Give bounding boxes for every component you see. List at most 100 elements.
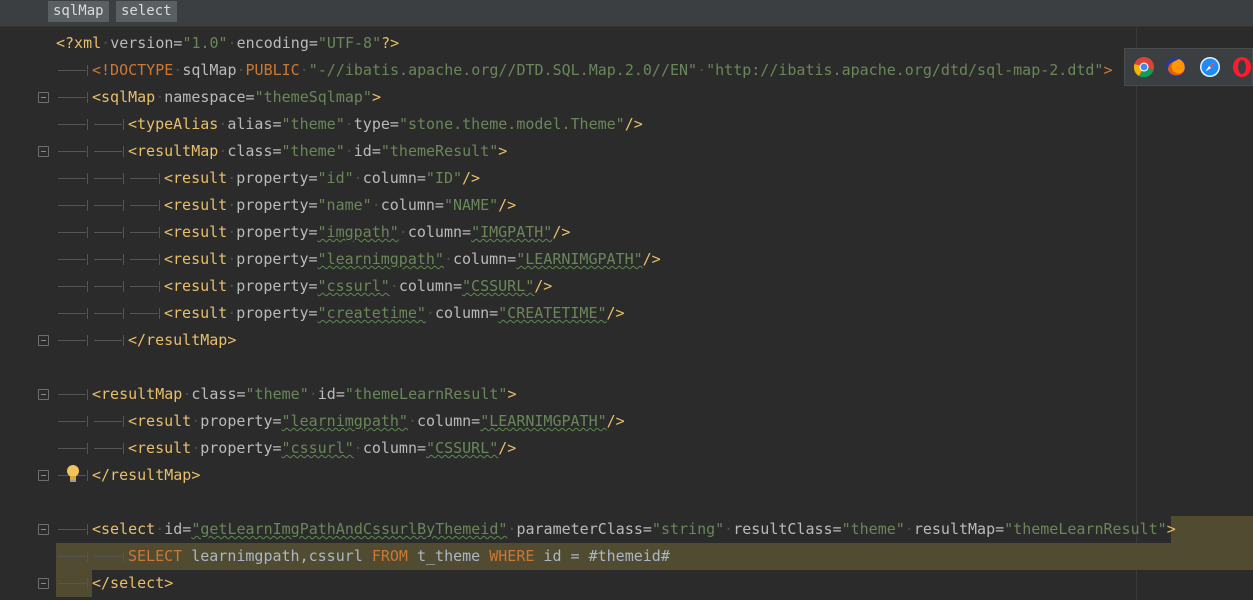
code-token: > [1166,520,1176,538]
code-token: "string" [651,520,725,538]
tab-indent-marker [92,273,128,300]
code-line[interactable]: </select> [56,570,173,597]
code-token: · [371,196,381,214]
code-line[interactable]: <result·property="cssurl"·column="CSSURL… [56,435,516,462]
lightbulb-icon[interactable] [64,463,82,485]
code-token: · [191,439,201,457]
code-line[interactable]: <result·property="imgpath"·column="IMGPA… [56,219,570,246]
fold-toggle-icon[interactable] [38,92,49,103]
code-token: class= [191,385,246,403]
code-token: <!DOCTYPE [92,61,174,79]
code-token: · [299,61,309,79]
code-token: property= [236,196,318,214]
code-line[interactable]: <!DOCTYPE·sqlMap·PUBLIC·"-//ibatis.apach… [56,57,1113,84]
code-token: · [407,412,417,430]
tab-indent-marker [56,84,92,111]
code-token: <resultMap [92,385,183,403]
tab-indent-marker [92,246,128,273]
code-token: "id" [317,169,354,187]
code-token: "name" [317,196,372,214]
tab-indent-marker [128,219,164,246]
opera-icon[interactable] [1231,56,1253,78]
chrome-icon[interactable] [1133,56,1155,78]
code-line[interactable]: SELECT learnimgpath,cssurl FROM t_theme … [56,543,670,570]
code-token: "stone.theme.model.Theme" [398,115,625,133]
code-line[interactable]: <sqlMap·namespace="themeSqlmap"> [56,84,381,111]
code-editor[interactable]: <?xml·version="1.0"·encoding="UTF-8"?> <!… [0,27,1253,600]
firefox-icon[interactable] [1165,56,1187,78]
tab-indent-marker [128,246,164,273]
code-token: SELECT [128,547,183,565]
code-token: "imgpath" [317,223,399,241]
code-token: "learnimgpath" [281,412,408,430]
code-token: <result [164,169,228,187]
code-token: "LEARNIMGPATH" [516,250,643,268]
fold-toggle-icon[interactable] [38,524,49,535]
safari-icon[interactable] [1199,56,1221,78]
code-token: <sqlMap [92,88,156,106]
code-token: property= [200,412,282,430]
code-line[interactable]: <select·id="getLearnImgPathAndCssurlByTh… [56,516,1176,543]
fold-toggle-icon[interactable] [38,470,49,481]
tab-indent-marker [56,57,92,84]
code-line[interactable]: <result·property="learnimgpath"·column="… [56,408,625,435]
code-token: parameterClass= [516,520,652,538]
code-line[interactable]: <result·property="name"·column="NAME"/> [56,192,516,219]
code-token: · [227,277,237,295]
code-token: · [904,520,914,538]
code-token: · [227,223,237,241]
fold-toggle-icon[interactable] [38,335,49,346]
code-token: "http://ibatis.apache.org/dtd/sql-map-2.… [706,61,1104,79]
tab-indent-marker [56,246,92,273]
code-token: > [507,385,517,403]
code-token: column= [417,412,481,430]
breadcrumb-item-sqlmap[interactable]: sqlMap [48,1,109,22]
code-token: > [371,88,381,106]
code-line[interactable]: </resultMap> [56,327,236,354]
code-line[interactable]: <result·property="createtime"·column="CR… [56,300,625,327]
code-line[interactable]: <typeAlias·alias="theme"·type="stone.the… [56,111,643,138]
code-token: "LEARNIMGPATH" [480,412,607,430]
code-token: · [308,385,318,403]
code-token: "themeLearnResult" [1004,520,1167,538]
fold-toggle-icon[interactable] [38,389,49,400]
tab-indent-marker [92,165,128,192]
code-token: property= [200,439,282,457]
code-token: </resultMap> [92,466,201,484]
code-token: "CSSURL" [462,277,535,295]
code-token: column= [398,277,463,295]
code-token: column= [434,304,499,322]
fold-toggle-icon[interactable] [38,146,49,157]
code-token: <typeAlias [128,115,219,133]
code-token: property= [236,223,318,241]
code-token: property= [236,304,318,322]
code-line[interactable]: <resultMap·class="theme"·id="themeLearnR… [56,381,516,408]
code-token: <result [164,250,228,268]
code-token: "CSSURL" [426,439,499,457]
code-token: "IMGPATH" [471,223,553,241]
code-token: "themeLearnResult" [344,385,508,403]
code-line[interactable]: <result·property="learnimgpath"·column="… [56,246,661,273]
code-line[interactable]: <result·property="id"·column="ID"/> [56,165,480,192]
code-token: · [227,304,237,322]
tab-indent-marker [128,300,164,327]
code-line[interactable]: <result·property="cssurl"·column="CSSURL… [56,273,552,300]
code-token: /> [624,115,643,133]
tab-indent-marker [56,192,92,219]
code-token: <select [92,520,156,538]
code-token: learnimgpath,cssurl [182,547,372,565]
tab-indent-marker [92,435,128,462]
tab-indent-marker [92,111,128,138]
code-token: /> [552,223,571,241]
code-token: </resultMap> [128,331,237,349]
code-token: · [227,250,237,268]
code-line[interactable]: <?xml·version="1.0"·encoding="UTF-8"?> [56,30,399,57]
code-token: version= [110,34,183,52]
code-token: "theme" [281,142,345,160]
code-token: · [353,169,363,187]
tab-indent-marker [92,138,128,165]
code-line[interactable]: <resultMap·class="theme"·id="themeResult… [56,138,507,165]
breadcrumb-item-select[interactable]: select [116,1,177,22]
fold-toggle-icon[interactable] [38,578,49,589]
breadcrumb: sqlMap select [0,0,1253,27]
